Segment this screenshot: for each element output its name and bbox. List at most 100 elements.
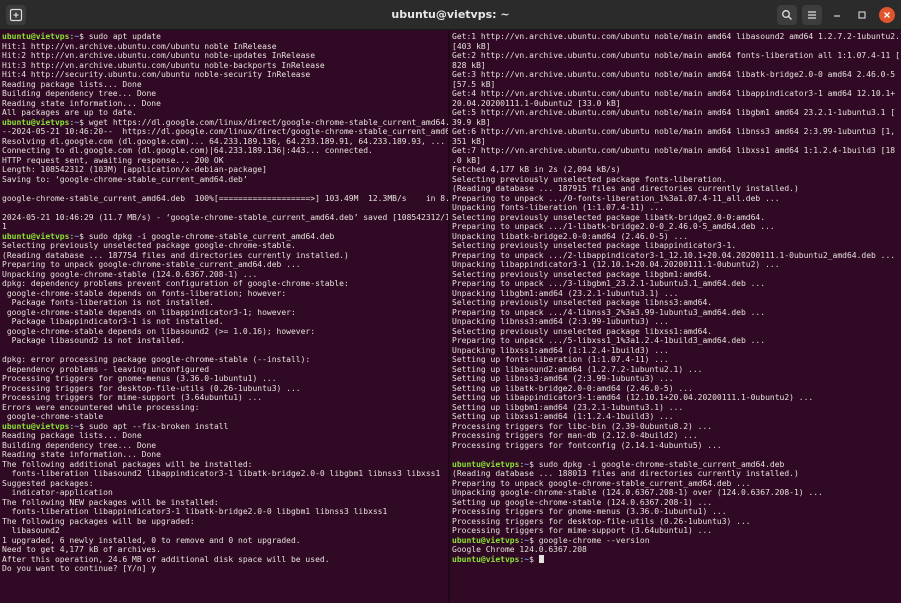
output-text: Preparing to unpack .../1-libatk-bridge2… [452, 222, 775, 231]
output-text: Selecting previously unselected package … [452, 326, 713, 336]
close-icon [884, 12, 890, 18]
output-text: Package libasound2 is not installed. [2, 336, 186, 345]
output-line: (Reading database ... 188013 files and d… [452, 469, 901, 479]
output-line: Preparing to unpack .../5-libxss1_1%3a1.… [452, 336, 901, 346]
output-line: Preparing to unpack .../1-libatk-bridge2… [452, 222, 901, 232]
menu-button[interactable] [802, 5, 822, 25]
output-text: Setting up libnss3:amd64 (2:3.99-1ubuntu… [452, 374, 674, 383]
prompt-user: ubuntu@vietvps [2, 231, 70, 241]
terminal-pane-left[interactable]: ubuntu@vietvps:~$ sudo apt update Hit:1 h… [0, 31, 448, 603]
output-text: HTTP request sent, awaiting response... … [2, 155, 224, 165]
output-line: Length: 108542312 (103M) [application/x-… [2, 165, 448, 175]
output-text: Preparing to unpack .../0-fonts-liberati… [452, 193, 780, 203]
output-line: Suggested packages: [2, 479, 448, 489]
output-line: Setting up libappindicator3-1:amd64 (12.… [452, 393, 901, 403]
prompt-line: ubuntu@vietvps:~$ google-chrome --versio… [452, 536, 901, 546]
output-line: Get:1 http://vn.archive.ubuntu.com/ubunt… [452, 32, 901, 42]
prompt-line: ubuntu@vietvps:~$ sudo apt update [2, 32, 448, 42]
terminal-output: Get:1 http://vn.archive.ubuntu.com/ubunt… [450, 31, 901, 564]
output-line: Processing triggers for fontconfig (2.14… [452, 441, 901, 451]
command-text: wget https://dl.google.com/linux/direct/… [88, 117, 448, 127]
output-line: Package libasound2 is not installed. [2, 336, 448, 346]
output-line: Fetched 4,177 kB in 2s (2,094 kB/s) [452, 165, 901, 175]
output-line: Unpacking libatk-bridge2.0-0:amd64 (2.46… [452, 232, 901, 242]
output-line: google-chrome-stable [2, 412, 448, 422]
output-line: Get:7 http://vn.archive.ubuntu.com/ubunt… [452, 146, 901, 156]
output-line: 1 [2, 222, 448, 232]
output-line: Selecting previously unselected package … [452, 298, 901, 308]
output-line: (Reading database ... 187754 files and d… [2, 251, 448, 261]
output-text: Setting up libatk-bridge2.0-0:amd64 (2.4… [452, 383, 693, 393]
output-line: Setting up libasound2:amd64 (1.2.7.2-1ub… [452, 365, 901, 375]
output-line: dpkg: dependency problems prevent config… [2, 279, 448, 289]
output-text: Get:5 http://vn.archive.ubuntu.com/ubunt… [452, 108, 896, 117]
output-text: Setting up libappindicator3-1:amd64 (12.… [452, 393, 814, 402]
prompt-symbol: $ [79, 117, 89, 127]
output-text: Unpacking libnss3:amd64 (2:3.99-1ubuntu3… [452, 317, 669, 326]
output-text: Selecting previously unselected package … [452, 212, 766, 222]
prompt-symbol: $ [529, 554, 539, 564]
output-line: The following additional packages will b… [2, 460, 448, 470]
output-text: 1 [2, 222, 7, 231]
close-button[interactable] [879, 7, 895, 23]
output-text: Setting up libxss1:amd64 (1:1.2.4-1build… [452, 412, 674, 421]
output-text: fonts-liberation libappindicator3-1 liba… [2, 507, 388, 516]
output-text: Hit:2 http://vn.archive.ubuntu.com/ubunt… [2, 51, 316, 60]
output-line: Unpacking libappindicator3-1 (12.10.1+20… [452, 260, 901, 270]
search-button[interactable] [777, 5, 797, 25]
output-line: 2024-05-21 10:46:29 (11.7 MB/s) - ‘googl… [2, 213, 448, 223]
output-text: Package libappindicator3-1 is not instal… [2, 317, 224, 326]
output-line: Resolving dl.google.com (dl.google.com).… [2, 137, 448, 147]
output-line: Setting up libatk-bridge2.0-0:amd64 (2.4… [452, 384, 901, 394]
output-text: Building dependency tree... Done [2, 89, 157, 98]
output-text: google-chrome-stable depends on libappin… [2, 307, 296, 317]
output-line: Preparing to unpack .../4-libnss3_2%3a3.… [452, 308, 901, 318]
output-line: Reading state information... Done [2, 99, 448, 109]
output-line: Package fonts-liberation is not installe… [2, 298, 448, 308]
output-text: Get:2 http://vn.archive.ubuntu.com/ubunt… [452, 51, 900, 60]
output-text: Do you want to continue? [Y/n] y [2, 564, 157, 573]
output-text: .0 kB] [452, 155, 481, 165]
prompt-user: ubuntu@vietvps [2, 117, 70, 127]
output-line: Processing triggers for gnome-menus (3.3… [2, 374, 448, 384]
output-line: Get:6 http://vn.archive.ubuntu.com/ubunt… [452, 127, 901, 137]
output-line: fonts-liberation libasound2 libappindica… [2, 469, 448, 479]
output-text: Unpacking libgbm1:amd64 (23.2.1-1ubuntu3… [452, 288, 679, 298]
terminal-pane-right[interactable]: Get:1 http://vn.archive.ubuntu.com/ubunt… [450, 31, 901, 603]
output-text: Selecting previously unselected package … [452, 269, 713, 279]
output-line: dpkg: error processing package google-ch… [2, 355, 448, 365]
output-text: libasound2 [2, 526, 60, 535]
output-line: [57.5 kB] [452, 80, 901, 90]
output-line: Get:3 http://vn.archive.ubuntu.com/ubunt… [452, 70, 901, 80]
output-line: All packages are up to date. [2, 108, 448, 118]
output-text: Processing triggers for mime-support (3.… [2, 393, 263, 402]
output-line: Google Chrome 124.0.6367.208 [452, 545, 901, 555]
output-text: Setting up libgbm1:amd64 (23.2.1-1ubuntu… [452, 402, 684, 412]
output-line [452, 450, 901, 460]
output-text: Suggested packages: [2, 478, 94, 488]
output-text: Processing triggers for mime-support (3.… [452, 526, 713, 535]
output-text: Setting up google-chrome-stable (124.0.6… [452, 497, 713, 507]
output-line: Processing triggers for desktop-file-uti… [2, 384, 448, 394]
output-text: Setting up fonts-liberation (1:1.07.4-11… [452, 355, 669, 364]
output-line: Hit:1 http://vn.archive.ubuntu.com/ubunt… [2, 42, 448, 52]
output-line: Selecting previously unselected package … [452, 327, 901, 337]
output-text: Reading package lists... Done [2, 79, 142, 89]
terminal-cursor [538, 554, 544, 563]
output-text: After this operation, 24.6 MB of additio… [2, 554, 330, 564]
output-text: Need to get 4,177 kB of archives. [2, 545, 161, 554]
output-text: Processing triggers for gnome-menus (3.3… [2, 374, 277, 383]
output-line: Hit:4 http://security.ubuntu.com/ubuntu … [2, 70, 448, 80]
minimize-button[interactable] [829, 7, 845, 23]
output-line: indicator-application [2, 488, 448, 498]
prompt-symbol: $ [79, 421, 89, 431]
output-text: 39.9 kB] [452, 117, 491, 127]
output-line: (Reading database ... 187915 files and d… [452, 184, 901, 194]
output-text: Setting up libasound2:amd64 (1.2.7.2-1ub… [452, 364, 703, 374]
maximize-button[interactable] [854, 7, 870, 23]
output-line [2, 184, 448, 194]
output-line: Unpacking libnss3:amd64 (2:3.99-1ubuntu3… [452, 317, 901, 327]
output-text: dpkg: error processing package google-ch… [2, 355, 311, 364]
output-text: Google Chrome 124.0.6367.208 [452, 545, 587, 554]
